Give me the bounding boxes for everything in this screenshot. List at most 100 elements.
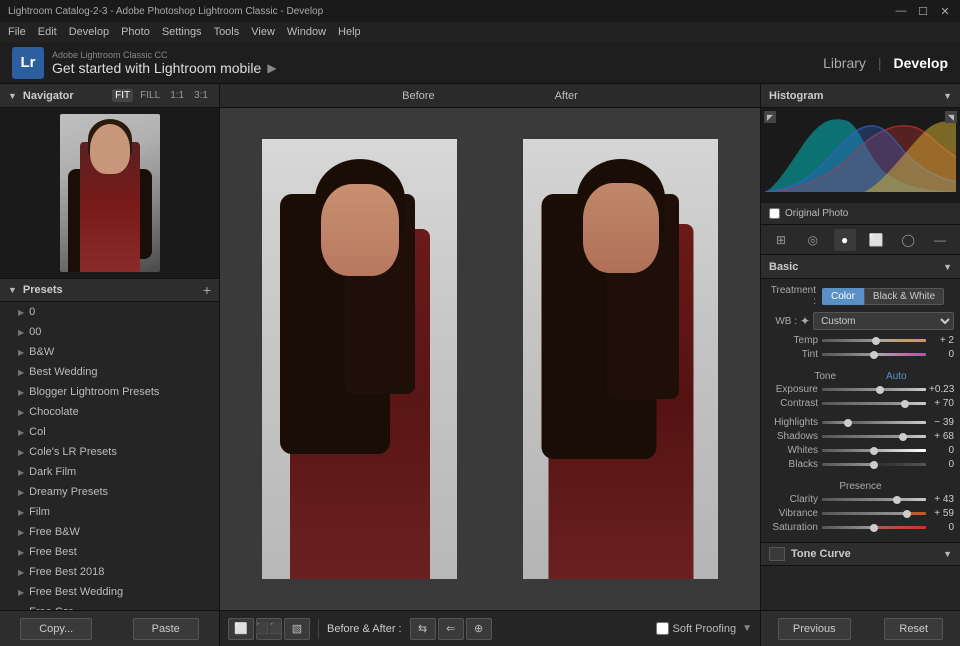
list-item[interactable]: ▶Free Best 2018 bbox=[0, 562, 219, 582]
whites-slider-track[interactable] bbox=[822, 449, 926, 452]
menu-develop[interactable]: Develop bbox=[69, 26, 109, 38]
fit-view-button[interactable]: ⊕ bbox=[466, 618, 492, 640]
eyedropper-icon[interactable]: ✦ bbox=[800, 314, 810, 328]
tone-curve-expand-icon[interactable] bbox=[769, 547, 785, 561]
spot-removal-icon[interactable]: ◎ bbox=[802, 229, 824, 251]
original-photo-label[interactable]: Original Photo bbox=[785, 208, 848, 219]
nav-fit-btn[interactable]: FIT bbox=[112, 89, 133, 102]
saturation-slider-track[interactable] bbox=[822, 526, 926, 529]
highlights-slider-track[interactable] bbox=[822, 421, 926, 424]
list-item[interactable]: ▶Cole's LR Presets bbox=[0, 442, 219, 462]
adjustment-brush-icon[interactable]: — bbox=[929, 229, 951, 251]
swap-before-after-button[interactable]: ⇆ bbox=[410, 618, 436, 640]
tint-slider-thumb[interactable] bbox=[870, 351, 878, 359]
highlights-slider-thumb[interactable] bbox=[844, 419, 852, 427]
crop-tool-icon[interactable]: ⊞ bbox=[770, 229, 792, 251]
chevron-right-icon: ▶ bbox=[18, 488, 24, 497]
list-item[interactable]: ▶Free B&W bbox=[0, 522, 219, 542]
clarity-slider-thumb[interactable] bbox=[893, 496, 901, 504]
highlights-label: Highlights bbox=[767, 417, 822, 428]
vibrance-slider-thumb[interactable] bbox=[903, 510, 911, 518]
bw-treatment-button[interactable]: Black & White bbox=[864, 288, 944, 305]
presets-collapse-arrow[interactable]: ▼ bbox=[8, 285, 17, 295]
list-item[interactable]: ▶Free Car bbox=[0, 602, 219, 610]
list-item[interactable]: ▶Film bbox=[0, 502, 219, 522]
list-item[interactable]: ▶Free Best Wedding bbox=[0, 582, 219, 602]
exposure-slider-track[interactable] bbox=[822, 388, 926, 391]
list-item[interactable]: ▶Best Wedding bbox=[0, 362, 219, 382]
nav-develop[interactable]: Develop bbox=[894, 55, 948, 71]
graduated-filter-icon[interactable]: ⬜ bbox=[865, 229, 887, 251]
close-button[interactable]: ✕ bbox=[938, 4, 952, 18]
histogram-highlight-clip[interactable]: ◥ bbox=[945, 111, 957, 123]
soft-proofing-checkbox[interactable] bbox=[656, 622, 669, 635]
split-view-button[interactable]: ▧ bbox=[284, 618, 310, 640]
menu-settings[interactable]: Settings bbox=[162, 26, 202, 38]
reset-button[interactable]: Reset bbox=[884, 618, 943, 640]
tint-slider-row: Tint 0 bbox=[765, 349, 956, 360]
exposure-slider-thumb[interactable] bbox=[876, 386, 884, 394]
copy-button[interactable]: Copy... bbox=[20, 618, 92, 640]
view-toolbar: ⬜ ⬛⬛ ▧ Before & After : ⇆ ⇐ ⊕ Soft Proof… bbox=[220, 610, 760, 646]
blacks-slider-thumb[interactable] bbox=[870, 461, 878, 469]
wb-select[interactable]: Custom bbox=[813, 312, 954, 330]
minimize-button[interactable]: — bbox=[894, 4, 908, 18]
nav-zoom-controls[interactable]: FIT FILL 1:1 3:1 bbox=[112, 89, 211, 102]
add-preset-button[interactable]: + bbox=[203, 282, 211, 298]
radial-filter-icon[interactable]: ◯ bbox=[897, 229, 919, 251]
list-item[interactable]: ▶Col bbox=[0, 422, 219, 442]
copy-settings-button[interactable]: ⇐ bbox=[438, 618, 464, 640]
menu-help[interactable]: Help bbox=[338, 26, 361, 38]
menu-window[interactable]: Window bbox=[287, 26, 326, 38]
list-item[interactable]: ▶Blogger Lightroom Presets bbox=[0, 382, 219, 402]
auto-button[interactable]: Auto bbox=[886, 371, 907, 382]
list-item[interactable]: ▶00 bbox=[0, 322, 219, 342]
menu-file[interactable]: File bbox=[8, 26, 26, 38]
nav-3to1-btn[interactable]: 3:1 bbox=[191, 89, 211, 102]
whites-slider-thumb[interactable] bbox=[870, 447, 878, 455]
list-item[interactable]: ▶Chocolate bbox=[0, 402, 219, 422]
list-item[interactable]: ▶0 bbox=[0, 302, 219, 322]
nav-1to1-btn[interactable]: 1:1 bbox=[167, 89, 187, 102]
temp-slider-track[interactable] bbox=[822, 339, 926, 342]
soft-proofing-toggle[interactable]: Soft Proofing bbox=[656, 622, 737, 635]
single-view-button[interactable]: ⬜ bbox=[228, 618, 254, 640]
blacks-slider-track[interactable] bbox=[822, 463, 926, 466]
vibrance-label: Vibrance bbox=[767, 508, 822, 519]
paste-button[interactable]: Paste bbox=[133, 618, 199, 640]
basic-collapse-arrow[interactable]: ▼ bbox=[943, 262, 952, 272]
play-button[interactable]: ▶ bbox=[267, 61, 276, 75]
navigator-collapse-arrow[interactable]: ▼ bbox=[8, 91, 17, 101]
tint-slider-track[interactable] bbox=[822, 353, 926, 356]
maximize-button[interactable]: ☐ bbox=[916, 4, 930, 18]
menu-photo[interactable]: Photo bbox=[121, 26, 150, 38]
list-item[interactable]: ▶Dark Film bbox=[0, 462, 219, 482]
temp-slider-thumb[interactable] bbox=[872, 337, 880, 345]
nav-library[interactable]: Library bbox=[823, 55, 866, 71]
menu-edit[interactable]: Edit bbox=[38, 26, 57, 38]
nav-fill-btn[interactable]: FILL bbox=[137, 89, 163, 102]
side-by-side-button[interactable]: ⬛⬛ bbox=[256, 618, 282, 640]
original-photo-checkbox[interactable] bbox=[769, 208, 780, 219]
list-item[interactable]: ▶B&W bbox=[0, 342, 219, 362]
vibrance-slider-track[interactable] bbox=[822, 512, 926, 515]
histogram-collapse-arrow[interactable]: ▼ bbox=[943, 91, 952, 101]
list-item[interactable]: ▶Free Best bbox=[0, 542, 219, 562]
clarity-slider-track[interactable] bbox=[822, 498, 926, 501]
menu-tools[interactable]: Tools bbox=[214, 26, 240, 38]
list-item[interactable]: ▶Dreamy Presets bbox=[0, 482, 219, 502]
previous-button[interactable]: Previous bbox=[778, 618, 851, 640]
shadows-slider-track[interactable] bbox=[822, 435, 926, 438]
contrast-slider-track[interactable] bbox=[822, 402, 926, 405]
contrast-slider-thumb[interactable] bbox=[901, 400, 909, 408]
redeye-icon[interactable]: ● bbox=[834, 229, 856, 251]
header-left: Lr Adobe Lightroom Classic CC Get starte… bbox=[12, 47, 277, 79]
tone-curve-collapse-arrow[interactable]: ▼ bbox=[943, 549, 952, 559]
histogram-shadow-clip[interactable]: ◤ bbox=[764, 111, 776, 123]
menu-view[interactable]: View bbox=[251, 26, 275, 38]
soft-proofing-dropdown-arrow[interactable]: ▼ bbox=[742, 623, 752, 634]
color-treatment-button[interactable]: Color bbox=[822, 288, 864, 305]
window-controls[interactable]: — ☐ ✕ bbox=[894, 4, 952, 18]
saturation-slider-thumb[interactable] bbox=[870, 524, 878, 532]
shadows-slider-thumb[interactable] bbox=[899, 433, 907, 441]
